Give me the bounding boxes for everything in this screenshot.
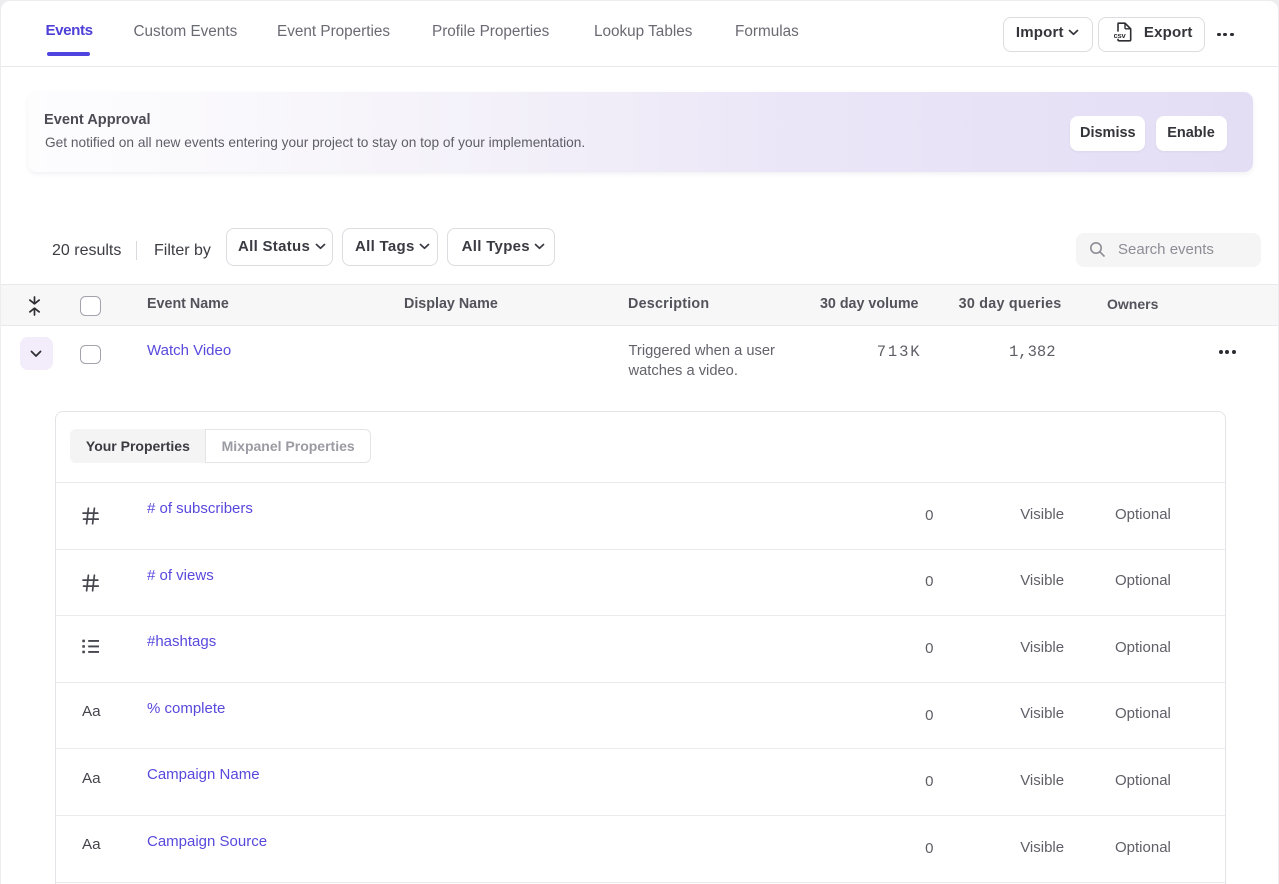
- svg-text:csv: csv: [1114, 31, 1127, 40]
